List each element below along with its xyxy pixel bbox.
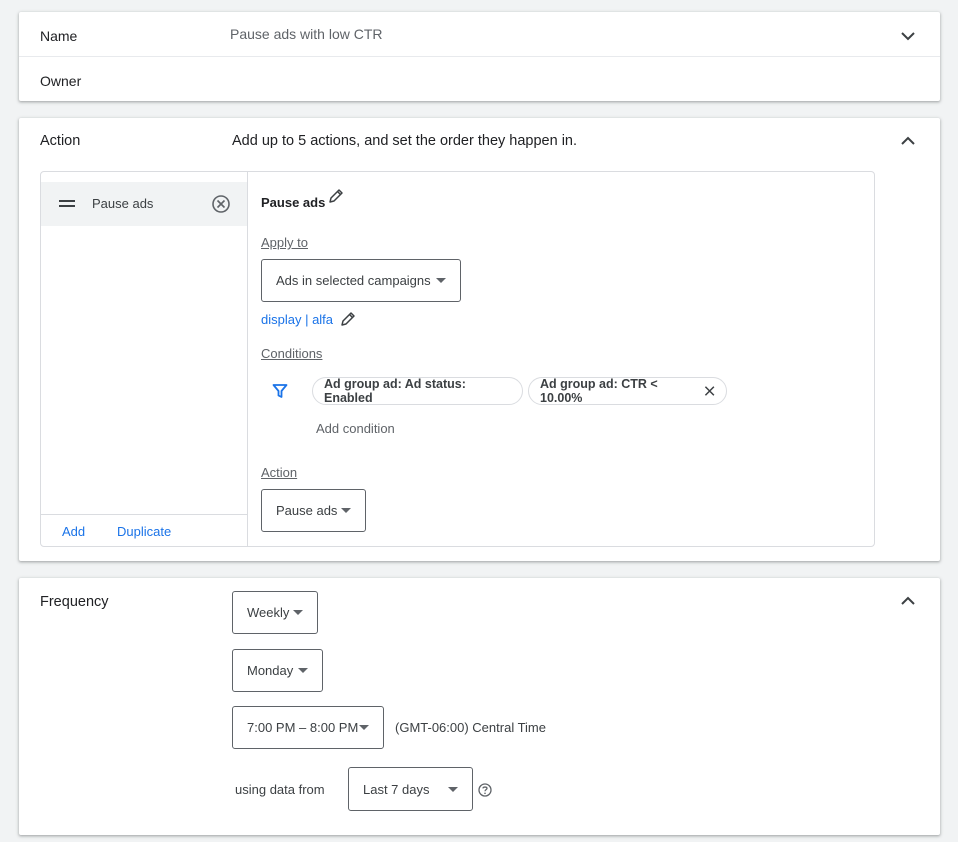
chevron-down-icon[interactable] — [898, 26, 918, 46]
condition-chip[interactable]: Ad group ad: CTR < 10.00% — [528, 377, 727, 405]
campaigns-link[interactable]: display | alfa — [261, 312, 333, 327]
time-dropdown[interactable]: 7:00 PM – 8:00 PM — [232, 706, 384, 749]
filter-icon — [272, 384, 288, 398]
divider — [19, 56, 940, 57]
add-condition-button[interactable]: Add condition — [316, 421, 395, 436]
condition-chip-label: Ad group ad: CTR < 10.00% — [540, 377, 658, 405]
conditions-label: Conditions — [261, 346, 323, 361]
action-dropdown-value: Pause ads — [276, 503, 338, 518]
name-label: Name — [40, 28, 78, 44]
action-list-item[interactable]: Pause ads — [41, 182, 247, 226]
time-dropdown-value: 7:00 PM – 8:00 PM — [247, 720, 359, 735]
condition-chip[interactable]: Ad group ad: Ad status: Enabled — [312, 377, 523, 405]
caret-down-icon — [448, 786, 458, 792]
chevron-up-icon[interactable] — [898, 591, 918, 611]
action-editor-panel: Pause ads Add Duplicate Pause ads Apply … — [40, 171, 875, 547]
apply-to-dropdown[interactable]: Ads in selected campaigns — [261, 259, 461, 302]
close-icon[interactable] — [704, 385, 715, 397]
day-dropdown[interactable]: Monday — [232, 649, 323, 692]
name-value[interactable]: Pause ads with low CTR — [230, 26, 383, 42]
drag-handle-icon[interactable] — [59, 198, 75, 210]
add-action-button[interactable]: Add — [62, 524, 85, 539]
action-label: Action — [261, 465, 298, 480]
name-card: Name Pause ads with low CTR Owner — [19, 12, 940, 101]
divider — [41, 514, 247, 515]
action-detail: Pause ads Apply to Ads in selected campa… — [248, 172, 874, 546]
action-list-item-label: Pause ads — [92, 196, 154, 211]
apply-to-dropdown-value: Ads in selected campaigns — [276, 273, 431, 288]
caret-down-icon — [298, 668, 308, 673]
timezone-label: (GMT-06:00) Central Time — [395, 720, 546, 735]
caret-down-icon — [359, 725, 369, 730]
remove-circle-icon[interactable] — [211, 194, 231, 214]
chevron-up-icon[interactable] — [898, 131, 918, 151]
data-range-dropdown-value: Last 7 days — [363, 781, 430, 797]
data-range-dropdown[interactable]: Last 7 days — [348, 767, 473, 811]
pencil-icon[interactable] — [327, 187, 345, 205]
day-dropdown-value: Monday — [247, 663, 294, 678]
frequency-dropdown-value: Weekly — [247, 605, 290, 620]
frequency-label: Frequency — [40, 594, 109, 610]
duplicate-action-button[interactable]: Duplicate — [117, 524, 171, 539]
condition-chip-label: Ad group ad: Ad status: Enabled — [324, 377, 466, 405]
caret-down-icon — [436, 278, 446, 283]
frequency-card: Frequency Weekly Monday 7:00 PM – 8:00 P… — [19, 578, 940, 835]
action-section-label: Action — [40, 133, 81, 149]
help-icon[interactable] — [478, 783, 492, 797]
apply-to-label: Apply to — [261, 235, 308, 250]
owner-label: Owner — [40, 73, 82, 89]
using-data-label: using data from — [235, 782, 325, 797]
caret-down-icon — [293, 610, 303, 615]
action-dropdown[interactable]: Pause ads — [261, 489, 366, 532]
caret-down-icon — [341, 508, 351, 513]
action-section-description: Add up to 5 actions, and set the order t… — [232, 133, 578, 149]
frequency-dropdown[interactable]: Weekly — [232, 591, 318, 634]
action-title: Pause ads — [261, 195, 326, 210]
pencil-icon[interactable] — [339, 310, 357, 328]
action-card: Action Add up to 5 actions, and set the … — [19, 118, 940, 561]
action-list: Pause ads Add Duplicate — [41, 172, 248, 546]
